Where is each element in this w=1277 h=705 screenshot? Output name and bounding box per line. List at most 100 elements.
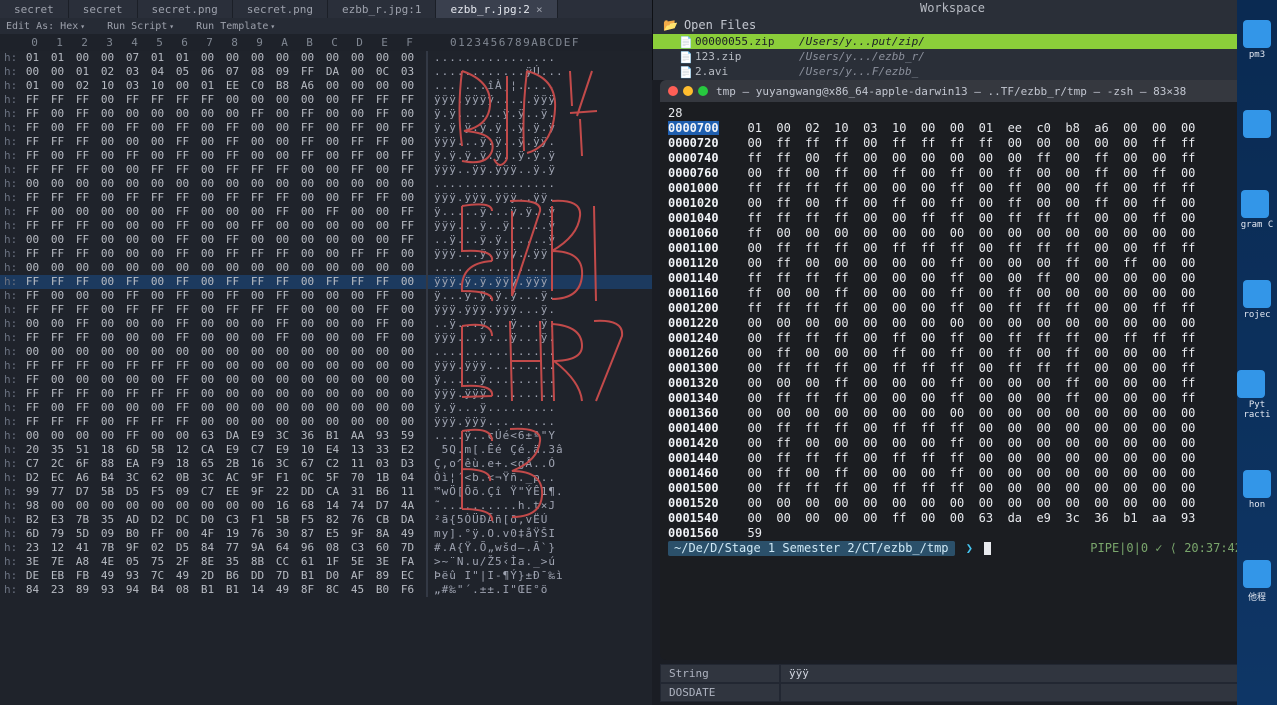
hex-byte[interactable]: A6: [295, 79, 320, 93]
hex-byte[interactable]: 00: [320, 149, 345, 163]
hex-byte[interactable]: DA: [395, 513, 420, 527]
open-file-row[interactable]: 📄00000055.zip/Users/y...put/zip/: [653, 34, 1252, 49]
hex-byte[interactable]: FF: [45, 415, 70, 429]
hex-byte[interactable]: FF: [20, 93, 45, 107]
hex-byte[interactable]: 00: [195, 163, 220, 177]
hex-byte[interactable]: 00: [220, 93, 245, 107]
hex-byte[interactable]: FF: [170, 121, 195, 135]
hex-row[interactable]: h:FFFFFF00FFFFFF000000000000000000ÿÿÿ.ÿÿ…: [0, 415, 652, 429]
hex-byte[interactable]: B0: [120, 527, 145, 541]
hex-byte[interactable]: F5: [295, 513, 320, 527]
hex-byte[interactable]: FF: [120, 303, 145, 317]
hex-byte[interactable]: 8E: [195, 555, 220, 569]
hex-byte[interactable]: FF: [20, 205, 45, 219]
ascii-cell[interactable]: ÿ.ÿ.ÿ.ÿ.ÿ..ÿ.ÿ.ÿ: [434, 149, 624, 163]
hex-byte[interactable]: 00: [195, 261, 220, 275]
hex-byte[interactable]: 00: [170, 261, 195, 275]
hex-byte[interactable]: 65: [195, 457, 220, 471]
hex-row[interactable]: h:FFFFFF00FFFFFF00FFFFFF0000FFFF00ÿÿÿ.ÿÿ…: [0, 191, 652, 205]
hex-byte[interactable]: 00: [20, 233, 45, 247]
hex-byte[interactable]: 00: [220, 345, 245, 359]
hex-row[interactable]: h:FFFFFF00FFFFFFFF0000000000FFFFFFÿÿÿ.ÿÿ…: [0, 93, 652, 107]
hex-byte[interactable]: 00: [145, 401, 170, 415]
hex-byte[interactable]: 00: [45, 345, 70, 359]
hex-byte[interactable]: 00: [195, 373, 220, 387]
hex-byte[interactable]: 00: [245, 289, 270, 303]
hex-byte[interactable]: FF: [370, 331, 395, 345]
hex-byte[interactable]: FF: [245, 163, 270, 177]
hex-byte[interactable]: 00: [245, 233, 270, 247]
hex-byte[interactable]: 00: [45, 317, 70, 331]
hex-byte[interactable]: 00: [145, 499, 170, 513]
hex-byte[interactable]: 00: [245, 121, 270, 135]
hex-byte[interactable]: 00: [70, 345, 95, 359]
minimize-icon[interactable]: [683, 86, 693, 96]
hex-byte[interactable]: 00: [220, 359, 245, 373]
hex-byte[interactable]: FF: [20, 219, 45, 233]
tab[interactable]: ezbb_r.jpg:2×: [436, 0, 557, 18]
hex-byte[interactable]: 00: [70, 373, 95, 387]
hex-byte[interactable]: 5B: [270, 513, 295, 527]
hex-byte[interactable]: 00: [295, 289, 320, 303]
hex-byte[interactable]: 31: [345, 485, 370, 499]
hex-byte[interactable]: DD: [245, 569, 270, 583]
hex-byte[interactable]: F6: [395, 583, 420, 597]
hex-byte[interactable]: 87: [295, 527, 320, 541]
hex-byte[interactable]: 00: [70, 499, 95, 513]
hex-byte[interactable]: E5: [320, 527, 345, 541]
hex-byte[interactable]: 00: [320, 79, 345, 93]
hex-byte[interactable]: C7: [195, 485, 220, 499]
hex-byte[interactable]: 19: [220, 527, 245, 541]
hex-byte[interactable]: 01: [20, 51, 45, 65]
ascii-cell[interactable]: ................: [434, 261, 624, 275]
hex-byte[interactable]: FF: [395, 205, 420, 219]
hex-byte[interactable]: 4A: [395, 499, 420, 513]
hex-byte[interactable]: 00: [245, 149, 270, 163]
ascii-cell[interactable]: 5Q.m[.Êé Çé.ä.3â: [434, 443, 624, 457]
hex-byte[interactable]: FF: [270, 317, 295, 331]
hex-byte[interactable]: 03: [395, 65, 420, 79]
hex-byte[interactable]: 84: [20, 583, 45, 597]
hex-byte[interactable]: 00: [170, 429, 195, 443]
hex-byte[interactable]: 00: [45, 177, 70, 191]
hex-byte[interactable]: FF: [270, 331, 295, 345]
hex-byte[interactable]: EE: [220, 79, 245, 93]
hex-byte[interactable]: D0: [195, 513, 220, 527]
hex-byte[interactable]: 00: [220, 499, 245, 513]
hex-byte[interactable]: 84: [195, 541, 220, 555]
desktop-item[interactable]: gram C: [1241, 190, 1274, 230]
hex-byte[interactable]: 00: [320, 121, 345, 135]
hex-byte[interactable]: F9: [145, 457, 170, 471]
hex-byte[interactable]: 00: [270, 135, 295, 149]
ascii-cell[interactable]: >~¨N.u/Ž5‹Ìa._>ú: [434, 555, 624, 569]
close-icon[interactable]: ×: [536, 3, 543, 16]
hex-byte[interactable]: 9A: [245, 541, 270, 555]
hex-byte[interactable]: 00: [395, 51, 420, 65]
hex-byte[interactable]: 00: [70, 205, 95, 219]
hex-byte[interactable]: 8B: [245, 555, 270, 569]
hex-byte[interactable]: 00: [70, 51, 95, 65]
hex-byte[interactable]: FF: [70, 107, 95, 121]
hex-byte[interactable]: FF: [45, 135, 70, 149]
hex-byte[interactable]: 00: [220, 331, 245, 345]
hex-byte[interactable]: 7E: [45, 555, 70, 569]
hex-byte[interactable]: 7D: [395, 541, 420, 555]
hex-byte[interactable]: E3: [45, 513, 70, 527]
hex-byte[interactable]: 00: [195, 303, 220, 317]
hex-byte[interactable]: 5B: [95, 485, 120, 499]
hex-byte[interactable]: FF: [220, 191, 245, 205]
hex-byte[interactable]: 11: [345, 457, 370, 471]
hex-row[interactable]: h:FFFFFF000000FF0000FF0000000000FFÿÿÿ...…: [0, 219, 652, 233]
hex-byte[interactable]: 00: [395, 261, 420, 275]
hex-byte[interactable]: CB: [370, 513, 395, 527]
hex-byte[interactable]: 5E: [345, 555, 370, 569]
hex-byte[interactable]: 00: [95, 51, 120, 65]
hex-byte[interactable]: 62: [145, 471, 170, 485]
hex-byte[interactable]: 00: [45, 401, 70, 415]
hex-byte[interactable]: 89: [70, 583, 95, 597]
hex-byte[interactable]: FF: [170, 415, 195, 429]
hex-byte[interactable]: 00: [345, 289, 370, 303]
hex-byte[interactable]: E9: [220, 443, 245, 457]
hex-byte[interactable]: F5: [145, 485, 170, 499]
hex-byte[interactable]: 3C: [270, 429, 295, 443]
